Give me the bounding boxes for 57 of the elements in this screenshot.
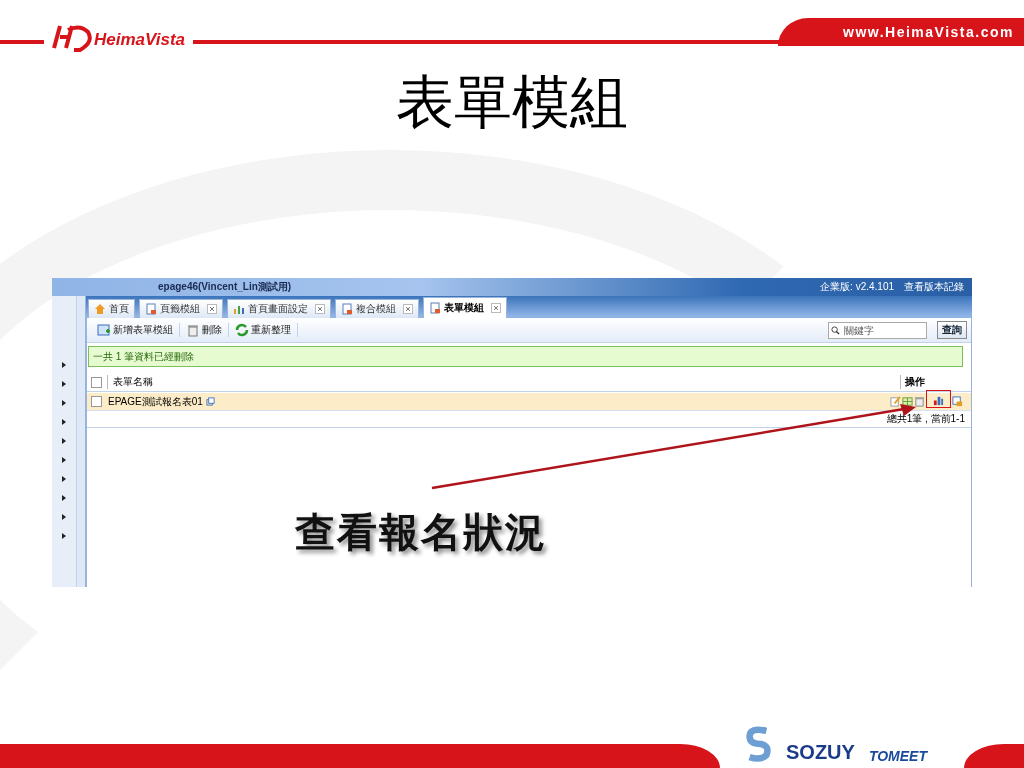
add-form-icon [97,323,111,337]
expand-arrow-icon[interactable] [62,419,66,425]
close-icon[interactable] [315,304,325,314]
export-icon[interactable] [952,396,963,407]
expand-arrow-icon[interactable] [62,400,66,406]
trash-icon [186,323,200,337]
s-logo-icon [744,724,772,764]
document-icon [429,302,441,314]
version-history-link[interactable]: 查看版本記錄 [904,280,964,294]
brand-name: HeimaVista [94,30,186,50]
row-checkbox[interactable] [91,396,102,407]
toolbar-button[interactable]: 刪除 [180,323,229,337]
tab[interactable]: 複合模組 [335,299,419,318]
document-icon [145,303,157,315]
bar-chart-icon[interactable] [933,394,944,406]
search-icon [831,325,840,335]
expand-arrow-icon[interactable] [62,457,66,463]
close-icon[interactable] [207,304,217,314]
select-all-checkbox[interactable] [91,376,102,388]
close-icon[interactable] [491,303,501,313]
website-url: www.HeimaVista.com [843,24,1014,40]
chart-icon [233,303,245,315]
grid-icon[interactable] [902,396,913,407]
toolbar-button[interactable]: 重新整理 [229,323,298,337]
pagination-summary: 總共1筆 , 當前1-1 [87,411,971,428]
footer-band [964,744,1024,768]
hv-logo-icon [50,22,94,52]
table-row[interactable]: EPAGE測試報名表01 [87,393,971,411]
version-label: 企業版: v2.4.101 [820,280,894,294]
callout-caption: 查看報名狀況 [295,509,547,556]
expand-arrow-icon[interactable] [62,533,66,539]
column-header: 操作 [900,375,957,389]
refresh-icon [235,323,249,337]
expand-arrow-icon[interactable] [62,381,66,387]
open-link-icon[interactable] [205,397,215,406]
tomeet-logo: TOMEET [868,748,927,764]
sozuy-logo: SOZUY [786,741,855,764]
tab[interactable]: 頁籤模組 [139,299,223,318]
expand-arrow-icon[interactable] [62,495,66,501]
window-title: epage46(Vincent_Lin測試用) [158,280,292,294]
search-field[interactable]: 關鍵字 [828,321,927,339]
expand-arrow-icon[interactable] [62,514,66,520]
notice-message: 一共 1 筆資料已經刪除 [88,346,963,367]
tab[interactable]: 首頁 [88,299,135,318]
toolbar-button[interactable]: 新增表單模組 [91,323,180,337]
search-button[interactable]: 查詢 [937,321,967,339]
expand-arrow-icon[interactable] [62,476,66,482]
expand-arrow-icon[interactable] [62,438,66,444]
tab[interactable]: 表單模組 [423,297,507,318]
expand-arrow-icon[interactable] [62,362,66,368]
column-header: 表單名稱 [107,375,153,389]
house-icon [94,303,106,315]
form-name[interactable]: EPAGE測試報名表01 [108,394,203,409]
tab[interactable]: 首頁畫面設定 [227,299,331,318]
document-icon [341,303,353,315]
close-icon[interactable] [403,304,413,314]
slide-title: 表單模組 [395,69,629,134]
